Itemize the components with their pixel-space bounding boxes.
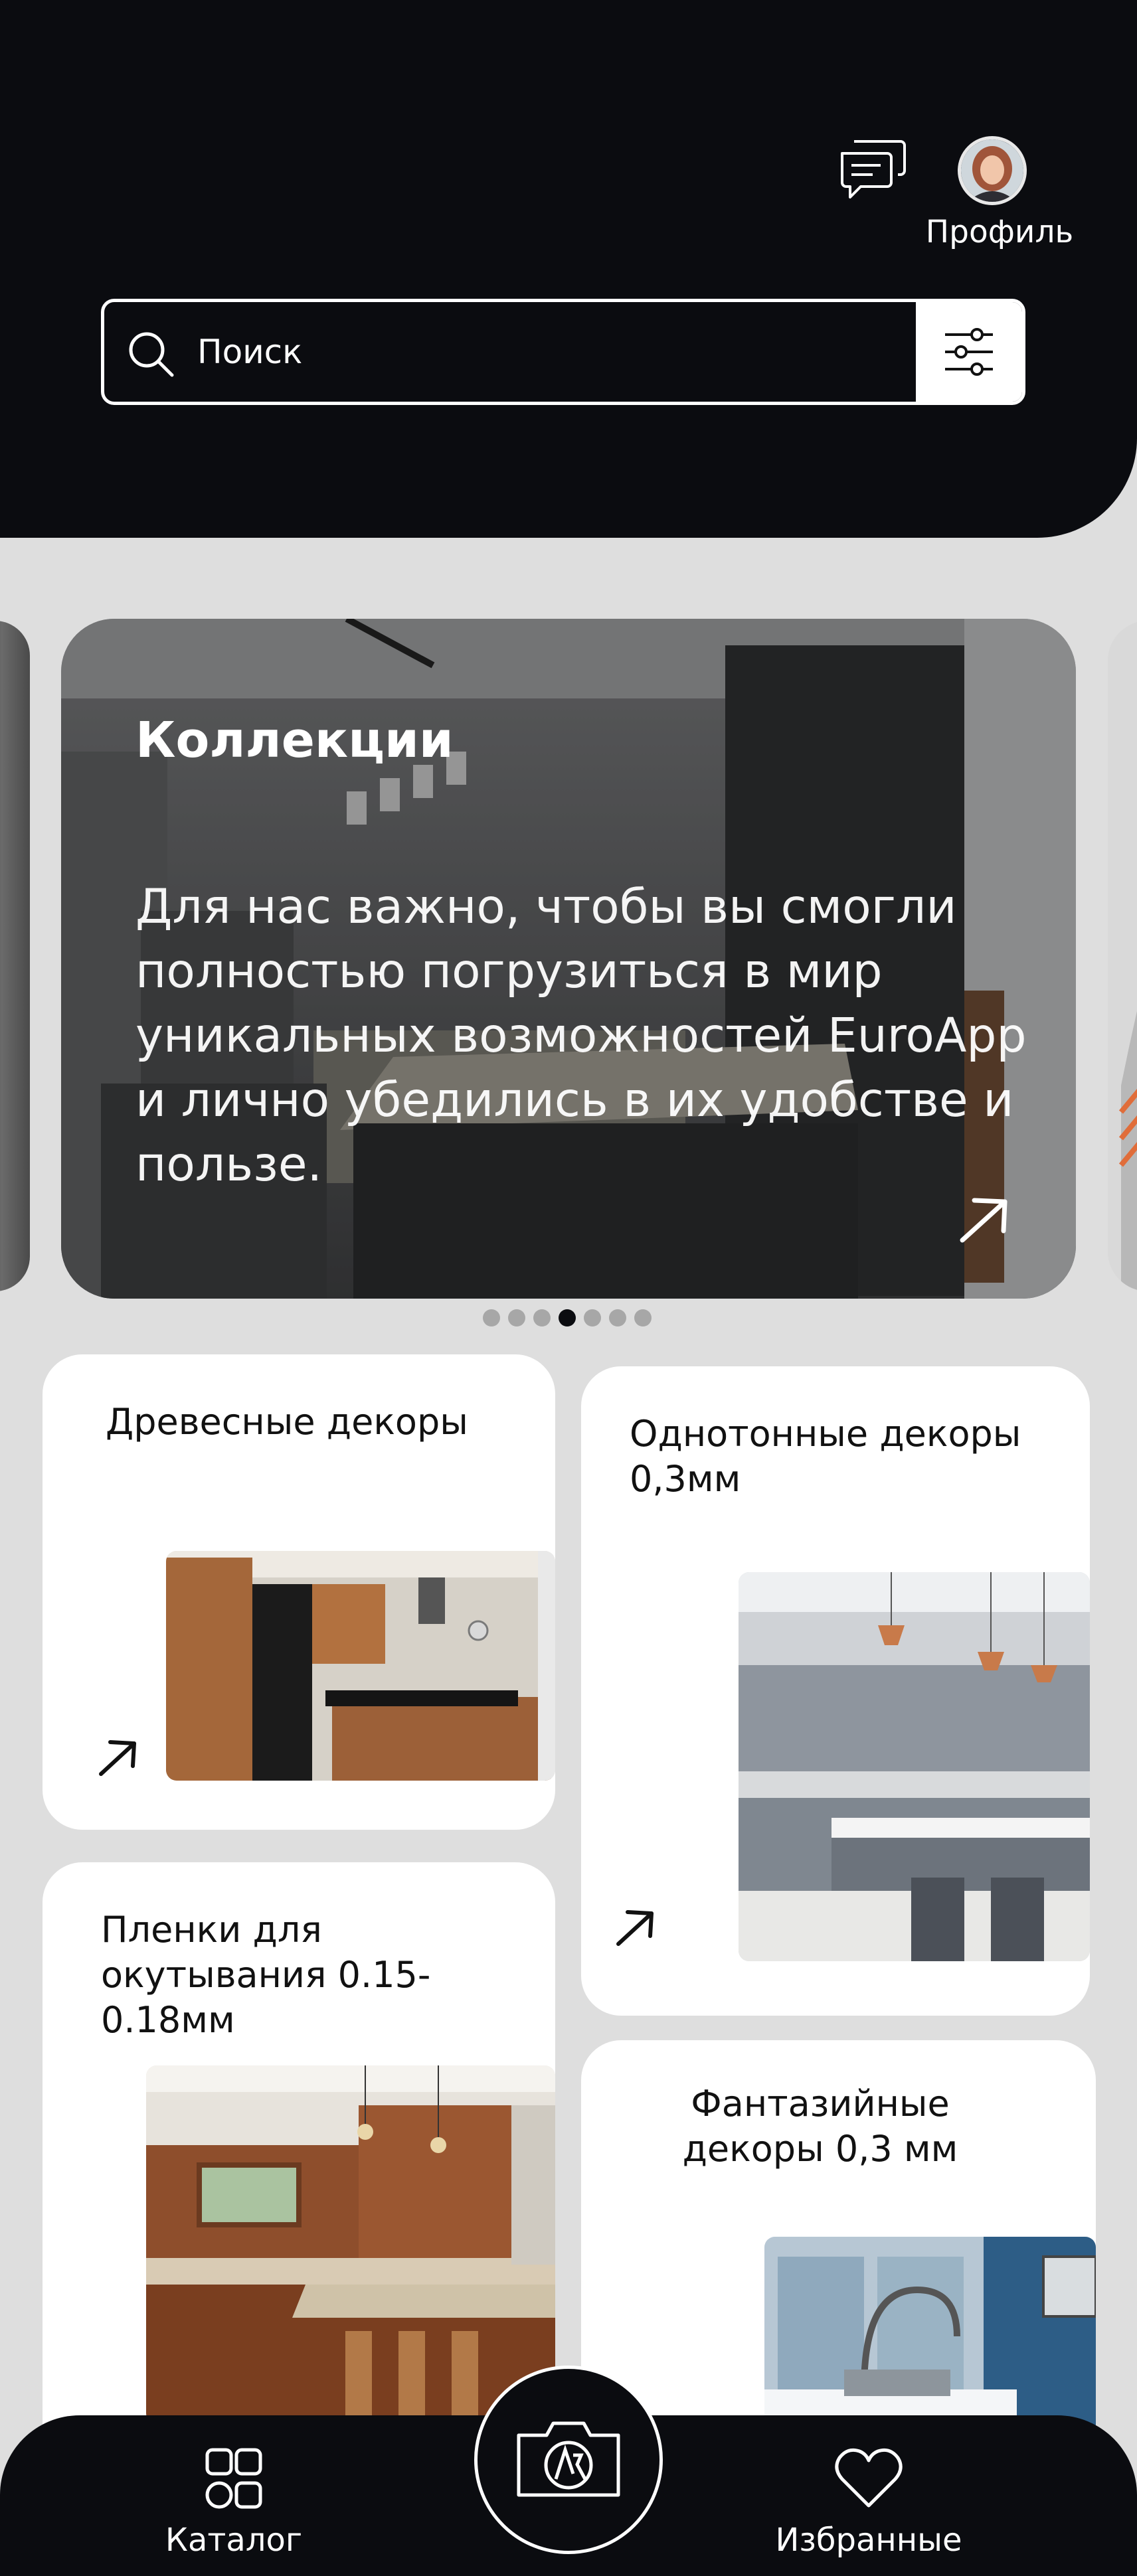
category-image xyxy=(146,2065,555,2424)
profile-label[interactable]: Профиль xyxy=(917,214,1083,250)
filter-button[interactable] xyxy=(916,302,1022,402)
carousel-prev-slide[interactable] xyxy=(0,621,30,1291)
page-dot-active[interactable] xyxy=(559,1309,576,1327)
avatar-image xyxy=(961,139,1023,202)
category-title: Древесные декоры xyxy=(106,1401,468,1443)
arrow-up-right-icon[interactable] xyxy=(954,1188,1014,1248)
page-dot[interactable] xyxy=(533,1309,551,1327)
collections-title: Коллекции xyxy=(135,712,454,769)
grid-icon xyxy=(205,2448,262,2509)
page-dot[interactable] xyxy=(609,1309,626,1327)
camera-ar-icon xyxy=(517,2421,620,2497)
carousel-next-slide[interactable] xyxy=(1108,621,1137,1291)
collections-slide[interactable]: Коллекции Для нас важно, чтобы вы смогли… xyxy=(61,619,1076,1299)
category-image xyxy=(166,1551,555,1781)
search-icon xyxy=(129,332,174,377)
camera-ar-button[interactable] xyxy=(474,2366,663,2554)
avatar[interactable] xyxy=(958,136,1027,205)
filter-icon xyxy=(945,328,993,376)
page-dot[interactable] xyxy=(634,1309,652,1327)
nav-catalog[interactable]: Каталог xyxy=(114,2415,353,2576)
category-card-solid-decors[interactable]: Однотонные декоры 0,3мм xyxy=(581,1366,1090,2016)
heart-icon xyxy=(835,2448,903,2508)
nav-catalog-label: Каталог xyxy=(165,2522,303,2559)
page-dot[interactable] xyxy=(508,1309,525,1327)
search-input[interactable] xyxy=(197,322,895,382)
carousel-pagination xyxy=(483,1309,652,1328)
nav-favorites[interactable]: Избранные xyxy=(749,2415,988,2576)
collections-text: Для нас важно, чтобы вы смогли полностью… xyxy=(135,879,1027,1192)
arrow-up-right-icon[interactable] xyxy=(96,1733,142,1779)
chat-button[interactable] xyxy=(838,136,907,205)
header: Профиль xyxy=(0,0,1137,538)
page-dot[interactable] xyxy=(584,1309,601,1327)
chat-icon xyxy=(841,140,906,199)
page-dot[interactable] xyxy=(483,1309,500,1327)
category-card-wood-decors[interactable]: Древесные декоры xyxy=(43,1354,555,1830)
category-title: Однотонные декоры 0,3мм xyxy=(630,1413,1021,1500)
category-image xyxy=(739,1572,1090,1961)
nav-favorites-label: Избранные xyxy=(775,2522,962,2559)
arrow-up-right-icon[interactable] xyxy=(613,1903,659,1949)
search-bar xyxy=(101,299,1025,405)
category-title: Фантазийные декоры 0,3 мм xyxy=(682,2083,958,2170)
category-title: Пленки для окутывания 0.15-0.18мм xyxy=(101,1909,431,2041)
